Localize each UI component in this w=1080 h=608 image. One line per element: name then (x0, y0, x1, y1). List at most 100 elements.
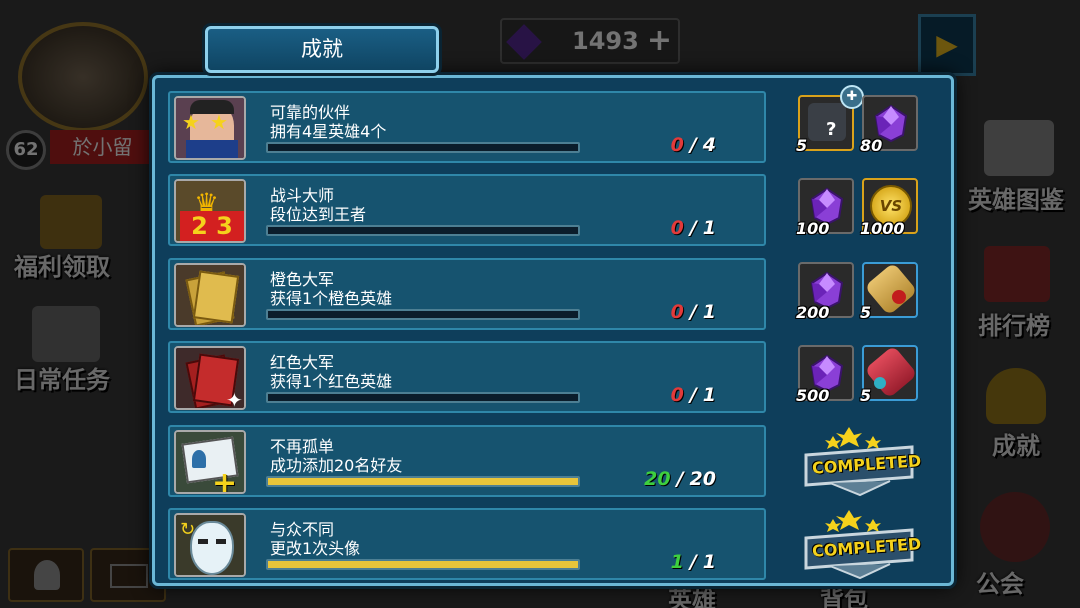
progress-bar (266, 225, 580, 236)
reward-slot[interactable]: 80 (860, 95, 918, 155)
right-menu-label: 英雄图鉴 (968, 186, 1064, 214)
achievement-row[interactable]: ♛ 2 3 战斗大师 段位达到王者 0/1 (168, 174, 766, 246)
podium-icon (984, 246, 1050, 302)
gem-count: 1493 (572, 27, 639, 55)
left-menu-daily-tasks[interactable]: 日常任务 (10, 300, 130, 400)
reward-amount: 5 (796, 136, 808, 155)
guild-shield-icon (980, 492, 1050, 562)
book-icon (984, 120, 1054, 176)
reward-slot[interactable]: 500 (796, 345, 854, 405)
right-menu-leaderboard[interactable]: 排行榜 (962, 240, 1080, 340)
progress-bar-fill (268, 561, 578, 568)
reward-amount: 100 (796, 219, 830, 238)
game-screen: 62 於小留 1493 + ▶ 福利领取 日常任务 英雄图鉴 排行榜 成就 公会… (0, 0, 1080, 608)
progress-current: 20 (644, 468, 671, 490)
progress-text: 1/1 (671, 551, 716, 573)
reward-slot[interactable]: 5 (860, 345, 918, 405)
progress-separator: / (689, 551, 697, 573)
reward-slot[interactable]: ? ✚ 5 (796, 85, 864, 155)
gift-box-icon (40, 195, 102, 249)
progress-bar (266, 309, 580, 320)
reward-amount: 5 (860, 386, 872, 405)
reward-amount: 80 (860, 136, 883, 155)
completed-badge: COMPLETED (800, 425, 922, 497)
progress-separator: / (676, 468, 684, 490)
progress-text: 0/1 (671, 301, 716, 323)
progress-current: 1 (670, 551, 684, 573)
gem-counter: 1493 + (500, 18, 680, 64)
megaphone-icon[interactable] (725, 14, 781, 66)
reward-amount: 500 (796, 386, 830, 405)
achievement-row[interactable]: ★ ★ 可靠的伙伴 拥有4星英雄4个 0/4 (168, 91, 766, 163)
achievement-row[interactable]: + 不再孤单 成功添加20名好友 20/20 (168, 425, 766, 497)
progress-separator: / (689, 301, 697, 323)
progress-separator: / (689, 217, 697, 239)
progress-bar (266, 476, 580, 487)
player-level-badge: 62 (6, 130, 46, 170)
trophy-icon (986, 368, 1046, 424)
expand-arrow-button[interactable]: ▶ (918, 14, 976, 76)
gem-counter-icon (506, 24, 542, 60)
left-menu-label: 福利领取 (14, 253, 110, 281)
achievement-icon: ↻ (174, 513, 246, 577)
left-menu-welfare[interactable]: 福利领取 (10, 185, 130, 285)
achievement-description: 段位达到王者 (270, 205, 367, 224)
reward-slot[interactable]: 200 (796, 262, 854, 322)
progress-bar (266, 559, 580, 570)
progress-separator: / (689, 134, 697, 156)
progress-bar (266, 142, 580, 153)
achievement-description: 拥有4星英雄4个 (270, 122, 387, 141)
progress-text: 0/4 (671, 134, 716, 156)
achievement-description: 获得1个红色英雄 (270, 372, 393, 391)
progress-bar-fill (268, 478, 578, 485)
right-menu-label: 排行榜 (978, 312, 1050, 340)
progress-total: 1 (702, 301, 716, 323)
progress-total: 4 (702, 134, 716, 156)
progress-text: 0/1 (671, 384, 716, 406)
right-menu-label: 公会 (976, 570, 1024, 598)
progress-current: 0 (670, 217, 684, 239)
achievement-row[interactable]: 橙色大军 获得1个橙色英雄 0/1 (168, 258, 766, 330)
friends-icon (34, 560, 60, 590)
left-menu-label: 日常任务 (14, 366, 110, 394)
progress-bar (266, 392, 580, 403)
clipboard-icon (32, 306, 100, 362)
reward-amount: 5 (860, 303, 872, 322)
achievement-row[interactable]: ↻ 与众不同 更改1次头像 1/1 (168, 508, 766, 580)
completed-badge: COMPLETED (800, 508, 922, 580)
progress-total: 1 (702, 217, 716, 239)
reward-slot[interactable]: 100 (796, 178, 854, 238)
right-menu-guild[interactable]: 公会 (958, 488, 1080, 608)
friends-button[interactable] (8, 548, 84, 602)
progress-current: 0 (670, 134, 684, 156)
reward-amount: 1000 (860, 219, 905, 238)
achievement-row[interactable]: ✦ 红色大军 获得1个红色英雄 0/1 (168, 341, 766, 413)
progress-current: 0 (670, 384, 684, 406)
reward-amount: 200 (796, 303, 830, 322)
progress-current: 0 (670, 301, 684, 323)
add-gems-button[interactable]: + (647, 23, 672, 58)
achievement-icon: ♛ 2 3 (174, 179, 246, 243)
progress-separator: / (689, 384, 697, 406)
right-menu-achievements[interactable]: 成就 (962, 360, 1080, 460)
progress-total: 1 (702, 551, 716, 573)
panel-title-tab: 成就 (205, 26, 439, 73)
progress-total: 20 (689, 468, 716, 490)
right-menu-label: 成就 (992, 432, 1040, 460)
achievement-description: 更改1次头像 (270, 539, 361, 558)
player-avatar[interactable] (18, 22, 148, 132)
achievement-icon (174, 263, 246, 327)
achievement-icon: ★ ★ (174, 96, 246, 160)
progress-text: 20/20 (644, 468, 716, 490)
achievement-description: 获得1个橙色英雄 (270, 289, 393, 308)
envelope-icon (110, 564, 148, 588)
progress-total: 1 (702, 384, 716, 406)
achievement-description: 成功添加20名好友 (270, 456, 403, 475)
progress-text: 0/1 (671, 217, 716, 239)
right-menu-hero-codex[interactable]: 英雄图鉴 (962, 120, 1080, 220)
reward-slot[interactable]: 5 (860, 262, 918, 322)
achievement-icon: ✦ (174, 346, 246, 410)
reward-slot[interactable]: VS 1000 (860, 178, 918, 238)
achievement-icon: + (174, 430, 246, 494)
player-name: 於小留 (50, 130, 155, 164)
